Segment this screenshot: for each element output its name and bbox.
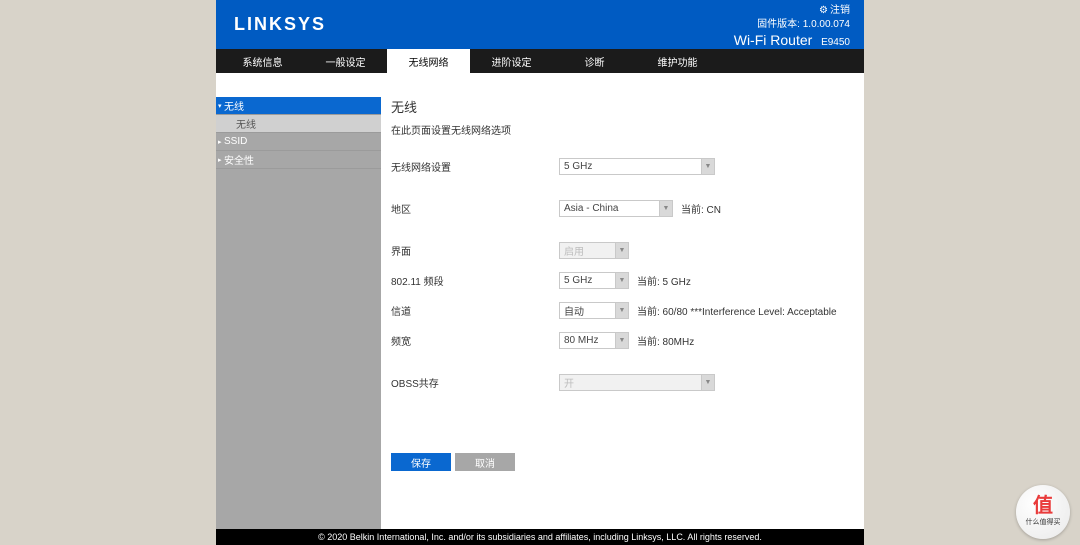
obss-value: 开: [559, 374, 701, 391]
gear-icon: ⚙: [819, 5, 828, 16]
page-title: 无线: [391, 97, 864, 116]
region-select[interactable]: Asia - China ▼: [559, 200, 673, 217]
region-value: Asia - China: [559, 200, 659, 217]
main-panel: 无线 在此页面设置无线网络选项 无线网络设置 5 GHz ▼ 地区 Asia -…: [381, 73, 864, 529]
tab-system-info[interactable]: 系统信息: [221, 49, 304, 73]
app-header: LINKSYS ⚙注销 固件版本: 1.0.00.074 Wi-Fi Route…: [216, 0, 864, 49]
chevron-down-icon: ▼: [659, 200, 673, 217]
obss-select: 开 ▼: [559, 374, 715, 391]
freq-label: 802.11 频段: [391, 273, 559, 288]
bandwidth-value: 80 MHz: [559, 332, 615, 349]
sidebar-subitem-wireless[interactable]: 无线: [216, 115, 381, 133]
cancel-button[interactable]: 取消: [455, 453, 515, 471]
chevron-down-icon: ▼: [615, 272, 629, 289]
firmware-version: 固件版本: 1.0.00.074: [734, 18, 850, 32]
tab-advanced[interactable]: 进阶设定: [470, 49, 553, 73]
tab-maintenance[interactable]: 维护功能: [636, 49, 719, 73]
tab-general[interactable]: 一般设定: [304, 49, 387, 73]
chevron-down-icon: ▼: [615, 302, 629, 319]
band-label: 无线网络设置: [391, 159, 559, 174]
channel-label: 信道: [391, 303, 559, 318]
page-description: 在此页面设置无线网络选项: [391, 122, 864, 137]
router-label: Wi-Fi Router: [734, 32, 813, 48]
save-button[interactable]: 保存: [391, 453, 451, 471]
freq-value: 5 GHz: [559, 272, 615, 289]
channel-select[interactable]: 自动 ▼: [559, 302, 629, 319]
chevron-down-icon: ▼: [615, 332, 629, 349]
freq-select[interactable]: 5 GHz ▼: [559, 272, 629, 289]
brand-logo: LINKSYS: [234, 14, 326, 35]
chevron-down-icon: ▼: [701, 158, 715, 175]
bandwidth-select[interactable]: 80 MHz ▼: [559, 332, 629, 349]
interface-value: 启用: [559, 242, 615, 259]
channel-current: 当前: 60/80 ***Interference Level: Accepta…: [637, 303, 837, 318]
tab-wireless[interactable]: 无线网络: [387, 49, 470, 73]
footer-copyright: © 2020 Belkin International, Inc. and/or…: [216, 529, 864, 545]
sidebar-item-security[interactable]: ▸安全性: [216, 151, 381, 169]
bandwidth-label: 频宽: [391, 333, 559, 348]
watermark-text: 什么值得买: [1026, 517, 1061, 527]
sidebar-item-wireless[interactable]: ▾无线: [216, 97, 381, 115]
obss-label: OBSS共存: [391, 375, 559, 390]
header-right: ⚙注销 固件版本: 1.0.00.074 Wi-Fi Router E9450: [734, 4, 850, 50]
bandwidth-current: 当前: 80MHz: [637, 333, 694, 348]
chevron-down-icon: ▾: [218, 102, 222, 110]
tab-diagnostics[interactable]: 诊断: [553, 49, 636, 73]
main-tabs: 系统信息 一般设定 无线网络 进阶设定 诊断 维护功能: [216, 49, 864, 73]
interface-select: 启用 ▼: [559, 242, 629, 259]
sidebar: ▾无线 无线 ▸SSID ▸安全性: [216, 73, 381, 529]
chevron-down-icon: ▼: [615, 242, 629, 259]
freq-current: 当前: 5 GHz: [637, 273, 691, 288]
sidebar-item-ssid[interactable]: ▸SSID: [216, 133, 381, 151]
interface-label: 界面: [391, 243, 559, 258]
router-model: E9450: [821, 37, 850, 48]
chevron-down-icon: ▼: [701, 374, 715, 391]
logout-label: 注销: [830, 5, 850, 16]
watermark-badge: 值 什么值得买: [1016, 485, 1070, 539]
band-select[interactable]: 5 GHz ▼: [559, 158, 715, 175]
region-label: 地区: [391, 201, 559, 216]
band-value: 5 GHz: [559, 158, 701, 175]
region-current: 当前: CN: [681, 201, 721, 216]
channel-value: 自动: [559, 302, 615, 319]
chevron-right-icon: ▸: [218, 156, 222, 164]
chevron-right-icon: ▸: [218, 138, 222, 146]
watermark-mark: 值: [1033, 497, 1053, 515]
logout-link[interactable]: ⚙注销: [819, 5, 850, 16]
